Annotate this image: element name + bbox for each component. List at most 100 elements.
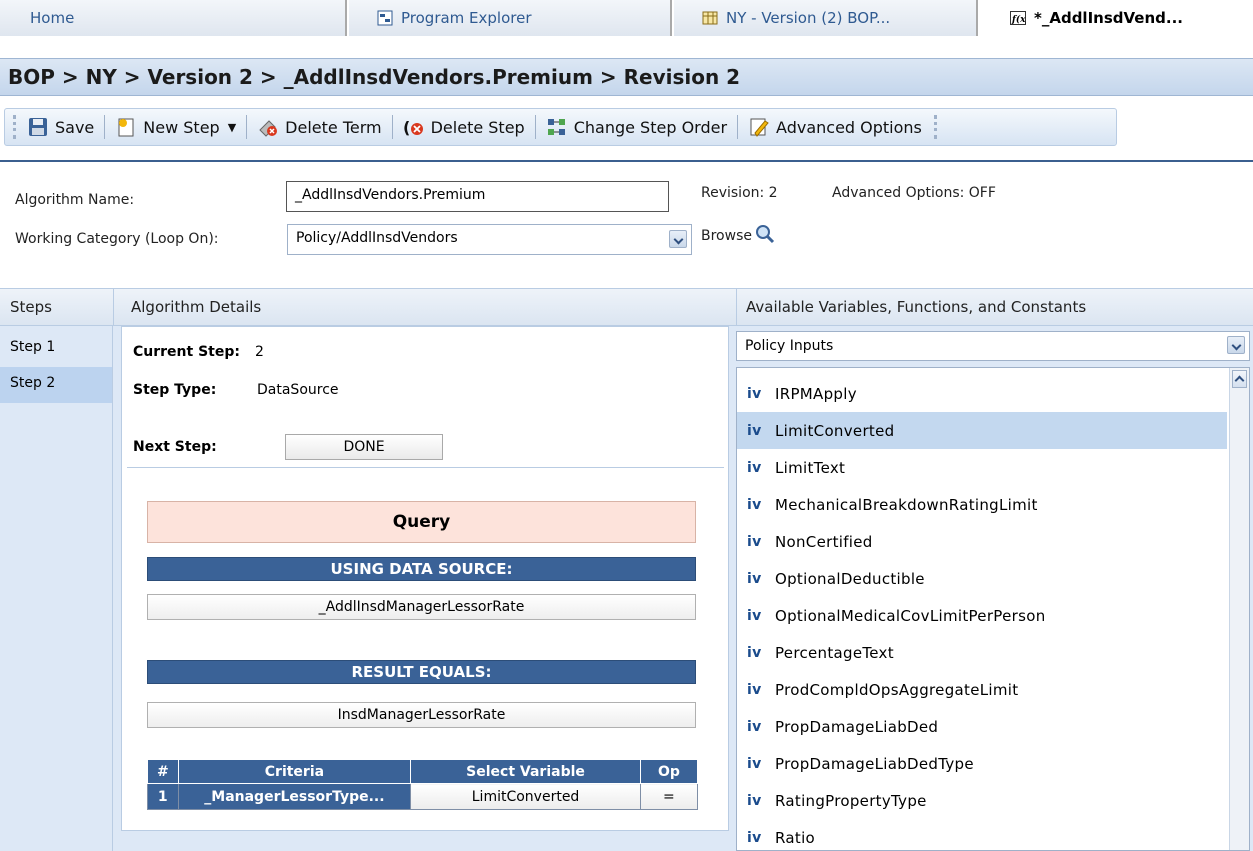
- change-step-order-button[interactable]: Change Step Order: [542, 112, 731, 142]
- toolbar-separator: [104, 115, 106, 139]
- list-item[interactable]: iv NonCertified: [737, 523, 1227, 560]
- list-item[interactable]: iv Ratio: [737, 819, 1227, 850]
- chevron-down-icon[interactable]: [1227, 336, 1245, 354]
- list-item[interactable]: iv LimitConverted: [737, 412, 1227, 449]
- variable-category-value: Policy Inputs: [745, 338, 834, 354]
- chevron-down-icon[interactable]: [669, 230, 687, 248]
- advanced-options-label: Advanced Options: [776, 117, 922, 137]
- step-item-1[interactable]: Step 1: [0, 331, 112, 367]
- toolbar-strip: Save New Step ▼ Delete Term ( Delete Ste…: [4, 108, 1117, 146]
- steps-list: Step 1 Step 2: [0, 326, 113, 851]
- algorithm-details-content: Current Step: 2 Step Type: DataSource Ne…: [121, 326, 729, 831]
- data-source-value: _AddlInsdManagerLessorRate: [318, 599, 525, 615]
- list-item[interactable]: iv PropDamageLiabDed: [737, 708, 1227, 745]
- variable-name: LimitConverted: [775, 421, 895, 440]
- input-variable-icon: iv: [747, 459, 762, 476]
- criteria-cell[interactable]: _ManagerLessorType...: [177, 783, 412, 810]
- result-equals-header: RESULT EQUALS:: [147, 660, 696, 684]
- scrollbar[interactable]: [1229, 368, 1249, 850]
- svg-text:(: (: [403, 118, 410, 137]
- new-step-icon: [115, 116, 137, 138]
- variable-list: iv IRPMApply iv LimitConverted iv LimitText…: [736, 367, 1250, 851]
- breadcrumb-text: BOP > NY > Version 2 > _AddlInsdVendors.…: [8, 65, 741, 89]
- browse-label: Browse: [701, 228, 752, 244]
- save-label: Save: [55, 117, 95, 137]
- table-icon: [702, 10, 718, 26]
- query-button[interactable]: Query: [147, 501, 696, 543]
- variable-name: PercentageText: [775, 643, 894, 662]
- list-item[interactable]: iv PropDamageLiabDedType: [737, 745, 1227, 782]
- toolbar: Save New Step ▼ Delete Term ( Delete Ste…: [0, 97, 1253, 153]
- svg-text:f(x): f(x): [1011, 14, 1026, 25]
- list-item[interactable]: iv LimitText: [737, 449, 1227, 486]
- criteria-col-num: #: [147, 759, 179, 784]
- algorithm-details-header: Algorithm Details: [131, 298, 262, 316]
- toolbar-separator: [737, 115, 739, 139]
- list-item[interactable]: iv PercentageText: [737, 634, 1227, 671]
- working-category-value: Policy/AddlInsdVendors: [296, 230, 458, 246]
- variable-name: RatingPropertyType: [775, 791, 927, 810]
- tab-ny-version[interactable]: NY - Version (2) BOP...: [674, 0, 978, 36]
- tab-home[interactable]: Home: [0, 0, 347, 36]
- tab-program-explorer[interactable]: Program Explorer: [349, 0, 672, 36]
- tab-algorithm[interactable]: f(x) *_AddlInsdVend...: [980, 0, 1253, 36]
- tab-home-label: Home: [30, 9, 75, 27]
- operator-cell[interactable]: =: [639, 783, 699, 810]
- function-icon: f(x): [1010, 10, 1030, 26]
- toolbar-grip[interactable]: [13, 115, 17, 139]
- delete-term-button[interactable]: Delete Term: [253, 112, 385, 142]
- input-variable-icon: iv: [747, 385, 762, 402]
- next-step-button[interactable]: DONE: [285, 434, 443, 460]
- input-variable-icon: iv: [747, 422, 762, 439]
- list-item[interactable]: iv ProdCompldOpsAggregateLimit: [737, 671, 1227, 708]
- variable-name: ProdCompldOpsAggregateLimit: [775, 680, 1019, 699]
- delete-term-icon: [257, 116, 279, 138]
- working-category-label: Working Category (Loop On):: [15, 231, 219, 247]
- list-item[interactable]: iv OptionalMedicalCovLimitPerPerson: [737, 597, 1227, 634]
- tab-algorithm-label: *_AddlInsdVend...: [1034, 9, 1183, 27]
- select-variable-cell[interactable]: LimitConverted: [410, 783, 641, 810]
- variable-name: MechanicalBreakdownRatingLimit: [775, 495, 1038, 514]
- delete-term-label: Delete Term: [285, 117, 382, 137]
- list-item[interactable]: iv IRPMApply: [737, 375, 1227, 412]
- input-variable-icon: iv: [747, 718, 762, 735]
- step-label: Step 2: [10, 375, 56, 391]
- advanced-options-button[interactable]: Advanced Options: [744, 112, 926, 142]
- new-step-button[interactable]: New Step ▼: [111, 112, 240, 142]
- new-step-label: New Step: [143, 117, 220, 137]
- criteria-col-criteria: Criteria: [177, 759, 412, 784]
- result-equals-label: RESULT EQUALS:: [351, 663, 492, 681]
- magnifier-icon: [755, 224, 775, 248]
- algorithm-name-input[interactable]: _AddlInsdVendors.Premium: [286, 181, 669, 212]
- input-variable-icon: iv: [747, 755, 762, 772]
- save-icon: [27, 116, 49, 138]
- variable-name: PropDamageLiabDedType: [775, 754, 974, 773]
- list-item[interactable]: iv MechanicalBreakdownRatingLimit: [737, 486, 1227, 523]
- result-value: InsdManagerLessorRate: [337, 707, 506, 723]
- variable-name: PropDamageLiabDed: [775, 717, 939, 736]
- list-item[interactable]: iv OptionalDeductible: [737, 560, 1227, 597]
- step-type-label: Step Type:: [133, 382, 217, 398]
- list-item[interactable]: iv RatingPropertyType: [737, 782, 1227, 819]
- variable-name: OptionalDeductible: [775, 569, 925, 588]
- advanced-options-status: Advanced Options: OFF: [832, 185, 996, 201]
- step-item-2[interactable]: Step 2: [0, 367, 112, 403]
- chevron-down-icon[interactable]: ▼: [228, 121, 236, 134]
- working-category-select[interactable]: Policy/AddlInsdVendors: [287, 224, 692, 255]
- data-source-button[interactable]: _AddlInsdManagerLessorRate: [147, 594, 696, 620]
- query-label: Query: [392, 512, 451, 532]
- variable-category-select[interactable]: Policy Inputs: [736, 331, 1250, 361]
- criteria-table: # Criteria Select Variable Op 1 _Manager…: [147, 759, 699, 810]
- current-step-value: 2: [255, 344, 264, 360]
- input-variable-icon: iv: [747, 681, 762, 698]
- browse-link[interactable]: Browse: [701, 224, 775, 248]
- scroll-up-icon[interactable]: [1232, 370, 1247, 388]
- save-button[interactable]: Save: [23, 112, 98, 142]
- algorithm-name-label: Algorithm Name:: [15, 192, 135, 208]
- breadcrumb: BOP > NY > Version 2 > _AddlInsdVendors.…: [0, 58, 1253, 96]
- criteria-col-variable: Select Variable: [410, 759, 641, 784]
- variable-name: NonCertified: [775, 532, 873, 551]
- delete-step-button[interactable]: ( Delete Step: [399, 112, 529, 142]
- using-data-source-label: USING DATA SOURCE:: [330, 560, 513, 578]
- result-button[interactable]: InsdManagerLessorRate: [147, 702, 696, 728]
